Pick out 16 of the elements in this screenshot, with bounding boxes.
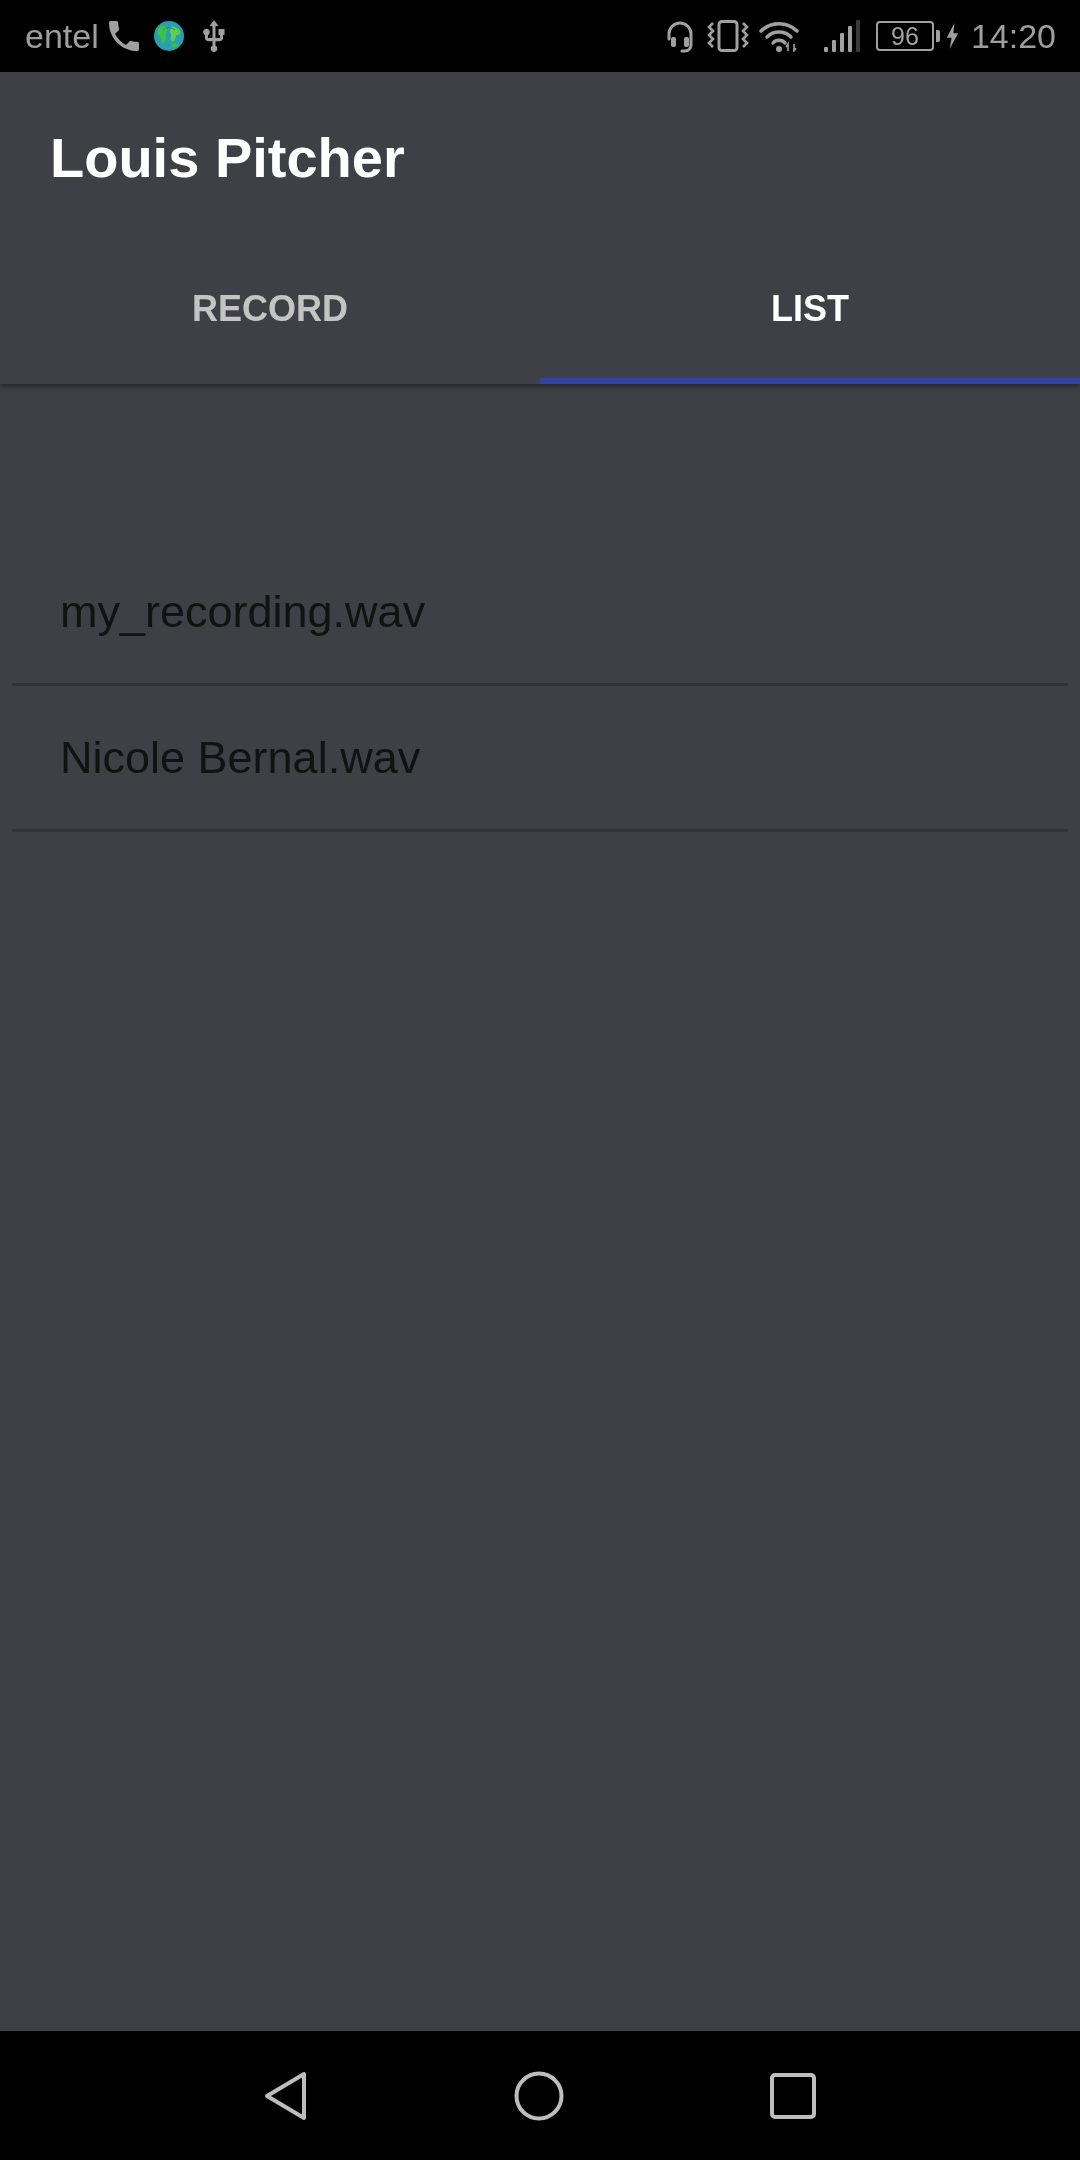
phone-call-icon (108, 21, 139, 51)
back-icon[interactable] (264, 2070, 308, 2121)
carrier-name: entel (25, 16, 99, 56)
signal-strength-icon (824, 20, 861, 52)
battery-indicator: 96 (876, 21, 940, 51)
tab[interactable]: RECORD (0, 240, 540, 384)
usb-icon (202, 20, 225, 52)
headphones-icon (665, 19, 696, 53)
globe-icon (153, 21, 184, 51)
vibrate-icon (707, 20, 750, 52)
app-title: Louis Pitcher (50, 125, 405, 191)
clock-time: 14:20 (970, 16, 1056, 56)
home-icon[interactable] (514, 2070, 564, 2121)
recent-apps-icon[interactable] (770, 2072, 816, 2119)
wifi-icon (759, 20, 800, 52)
charging-bolt-icon (945, 23, 959, 49)
